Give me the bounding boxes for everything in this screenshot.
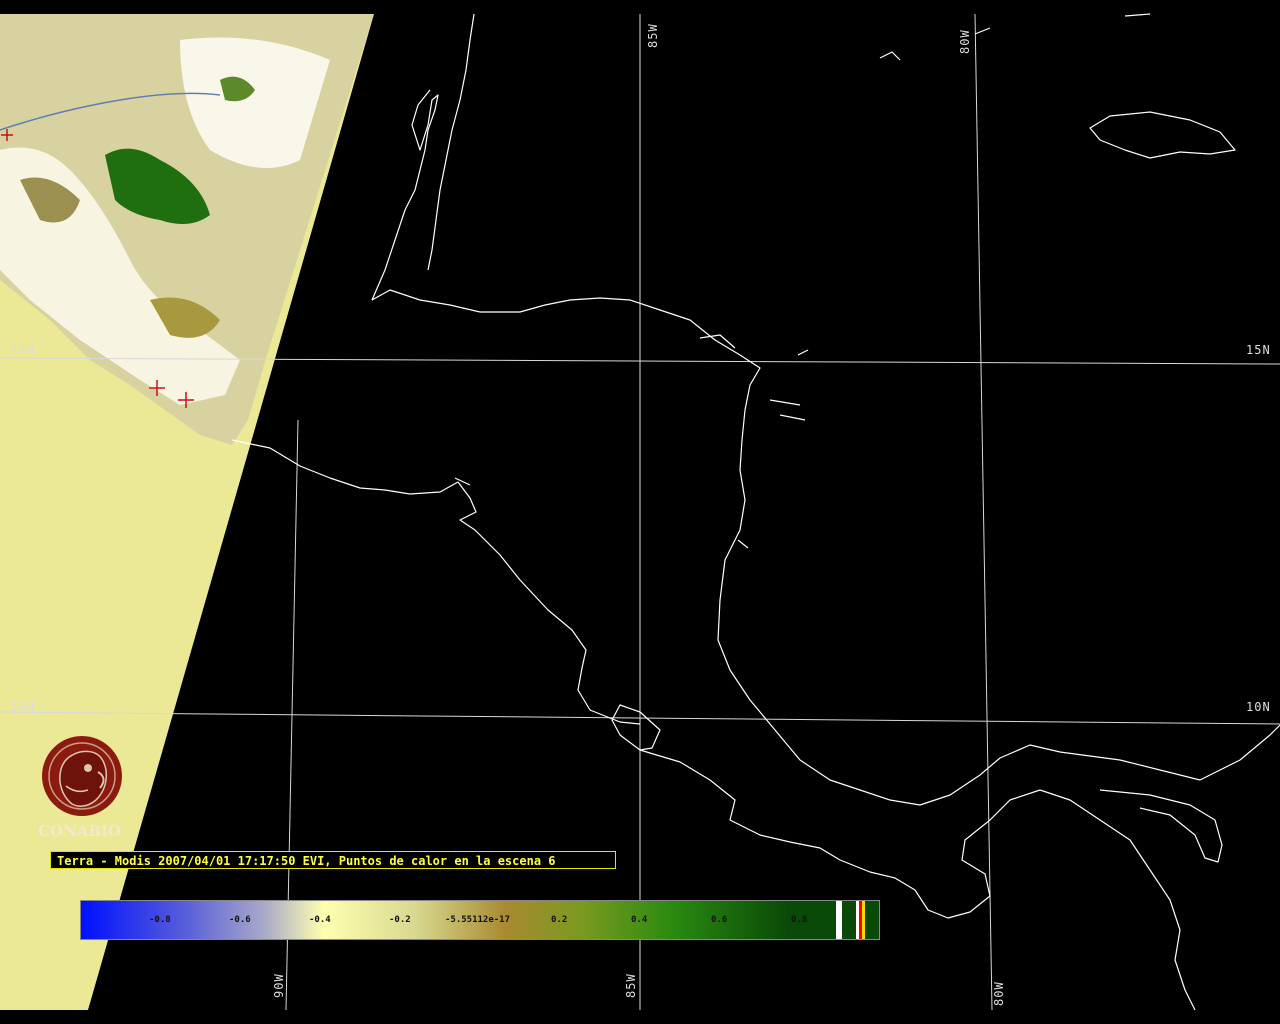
image-caption: Terra - Modis 2007/04/01 17:17:50 EVI, P…: [50, 851, 616, 869]
coastline-colombia: [1099, 789, 1223, 863]
colorbar-tick: -5.55112e-17: [445, 915, 511, 925]
colorbar-tick: -0.6: [229, 915, 251, 925]
lat-label-15n-right: 15N: [1246, 343, 1271, 357]
map-canvas: [0, 13, 1280, 1011]
coastline-cuba: [974, 13, 1151, 35]
coastline-yucatan-east: [427, 13, 475, 271]
coastline-nicoya: [611, 704, 661, 751]
colorbar-tick: -0.8: [149, 915, 171, 925]
lon-label-85w-bottom: 85W: [624, 973, 638, 998]
meridian-80w: [974, 13, 993, 1011]
colorbar-tick: -0.2: [389, 915, 411, 925]
coastline-caribbean-central-america: [371, 289, 1280, 806]
colorbar-tick: 0.2: [551, 915, 568, 925]
colorbar-tick: 0.4: [631, 915, 648, 925]
lon-label-80w-bottom: 80W: [992, 981, 1006, 1006]
coastline-islands: [454, 51, 901, 549]
coastline-jamaica: [1089, 111, 1236, 159]
logo-text: CONABIO: [38, 822, 122, 840]
lat-label-10n-right: 10N: [1246, 700, 1271, 714]
coastline-central-america-north: [231, 439, 641, 725]
lat-label-10n-left: 10N: [10, 700, 35, 714]
coastline-central-america-south: [639, 749, 1196, 1011]
conabio-macaw-logo-icon: [42, 736, 122, 816]
colorbar-tick: 0.8: [791, 915, 808, 925]
lat-label-15n-left: 15N: [10, 343, 35, 357]
evi-colorbar: -0.8 -0.6 -0.4 -0.2 -5.55112e-17 0.2 0.4…: [80, 900, 880, 940]
lon-label-80w-top: 80W: [958, 29, 972, 54]
lon-label-85w-top: 85W: [646, 23, 660, 48]
colorbar-tick: -0.4: [309, 915, 331, 925]
lon-label-90w-bottom: 90W: [272, 973, 286, 998]
colorbar-tick: 0.6: [711, 915, 728, 925]
